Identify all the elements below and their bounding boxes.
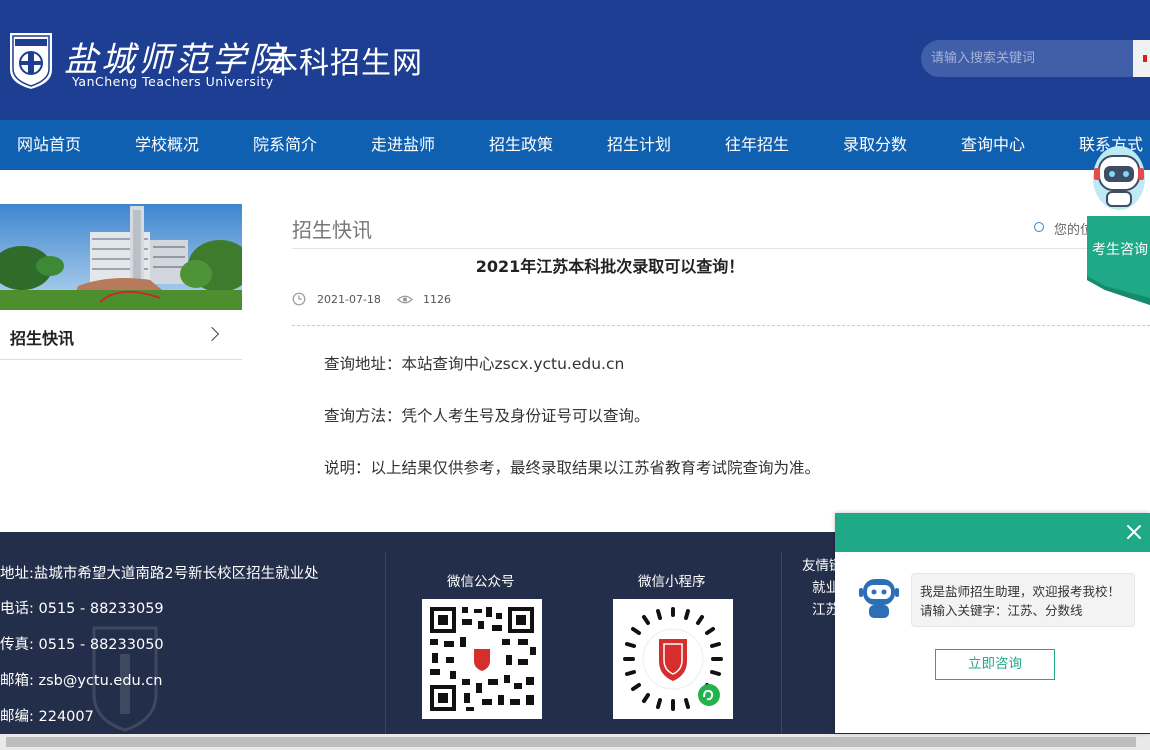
- section-divider: [292, 248, 1150, 249]
- assistant-avatar: [859, 579, 899, 618]
- site-title: 本科招生网: [268, 46, 423, 81]
- consult-now-button[interactable]: 立即咨询: [935, 649, 1055, 680]
- campus-banner-image: [0, 204, 242, 310]
- university-seal-logo[interactable]: [6, 30, 56, 92]
- article-paragraph: 查询方法：凭个人考生号及身份证号可以查询。: [324, 407, 650, 425]
- consult-float-widget[interactable]: [1087, 140, 1150, 305]
- article-paragraph: 查询地址：本站查询中心zscx.yctu.edu.cn: [324, 355, 625, 373]
- chat-header: [835, 513, 1150, 552]
- watermark-seal-icon: [92, 626, 158, 732]
- nav-item-plan[interactable]: 招生计划: [607, 120, 671, 170]
- wechat-official-label: 微信公众号: [447, 574, 515, 590]
- footer-postcode: 邮编: 224007: [0, 709, 94, 725]
- footer-address: 地址:盐城市希望大道南路2号新长校区招生就业处: [0, 566, 319, 582]
- nav-item-history[interactable]: 往年招生: [725, 120, 789, 170]
- sidebar-item-admission-news[interactable]: 招生快讯: [0, 310, 242, 360]
- logo-wordmark-en: YanCheng Teachers University: [72, 74, 274, 89]
- chat-message: 我是盐师招生助理，欢迎报考我校！请输入关键字：江苏、分数线: [911, 573, 1135, 627]
- close-icon[interactable]: [1125, 523, 1143, 541]
- wechat-miniprogram-code: [613, 599, 733, 719]
- wechat-miniprogram-label: 微信小程序: [638, 574, 706, 590]
- nav-item-explore[interactable]: 走进盐师: [371, 120, 435, 170]
- nav-item-scores[interactable]: 录取分数: [843, 120, 907, 170]
- article-title: 2021年江苏本科批次录取可以查询！: [475, 257, 745, 276]
- article-paragraph: 说明：以上结果仅供参考，最终录取结果以江苏省教育考试院查询为准。: [324, 459, 821, 477]
- search-button[interactable]: [1133, 40, 1150, 77]
- main-nav: 网站首页 学校概况 院系简介 走进盐师 招生政策 招生计划 往年招生 录取分数 …: [0, 120, 1150, 170]
- article-date: 2021-07-18: [317, 293, 381, 306]
- nav-item-about[interactable]: 学校概况: [135, 120, 199, 170]
- nav-item-policy[interactable]: 招生政策: [489, 120, 553, 170]
- footer-phone: 电话: 0515 - 88233059: [0, 601, 164, 617]
- nav-item-departments[interactable]: 院系简介: [253, 120, 317, 170]
- clock-icon: [292, 292, 306, 306]
- site-header: 盐城师范学院 YanCheng Teachers University 本科招生…: [0, 0, 1150, 120]
- wechat-official-qr-code: [422, 599, 542, 719]
- footer-divider: [385, 552, 386, 742]
- sidebar-item-label: 招生快讯: [10, 329, 75, 348]
- section-title: 招生快讯: [292, 218, 372, 242]
- footer-divider: [781, 552, 782, 742]
- chevron-right-icon: [204, 326, 220, 342]
- horizontal-scrollbar[interactable]: [0, 734, 1150, 750]
- article-views: 1126: [423, 293, 451, 306]
- eye-icon: [397, 295, 413, 304]
- nav-item-query[interactable]: 查询中心: [961, 120, 1025, 170]
- article-divider: [292, 325, 1150, 326]
- nav-item-home[interactable]: 网站首页: [17, 120, 81, 170]
- search-input[interactable]: [921, 40, 1133, 77]
- scrollbar-thumb[interactable]: [6, 737, 1136, 747]
- consult-float-label[interactable]: 考生咨询: [1092, 239, 1148, 259]
- location-icon: [1034, 222, 1044, 232]
- search-icon: [1143, 55, 1147, 62]
- chat-popup: 我是盐师招生助理，欢迎报考我校！请输入关键字：江苏、分数线 立即咨询: [835, 513, 1150, 733]
